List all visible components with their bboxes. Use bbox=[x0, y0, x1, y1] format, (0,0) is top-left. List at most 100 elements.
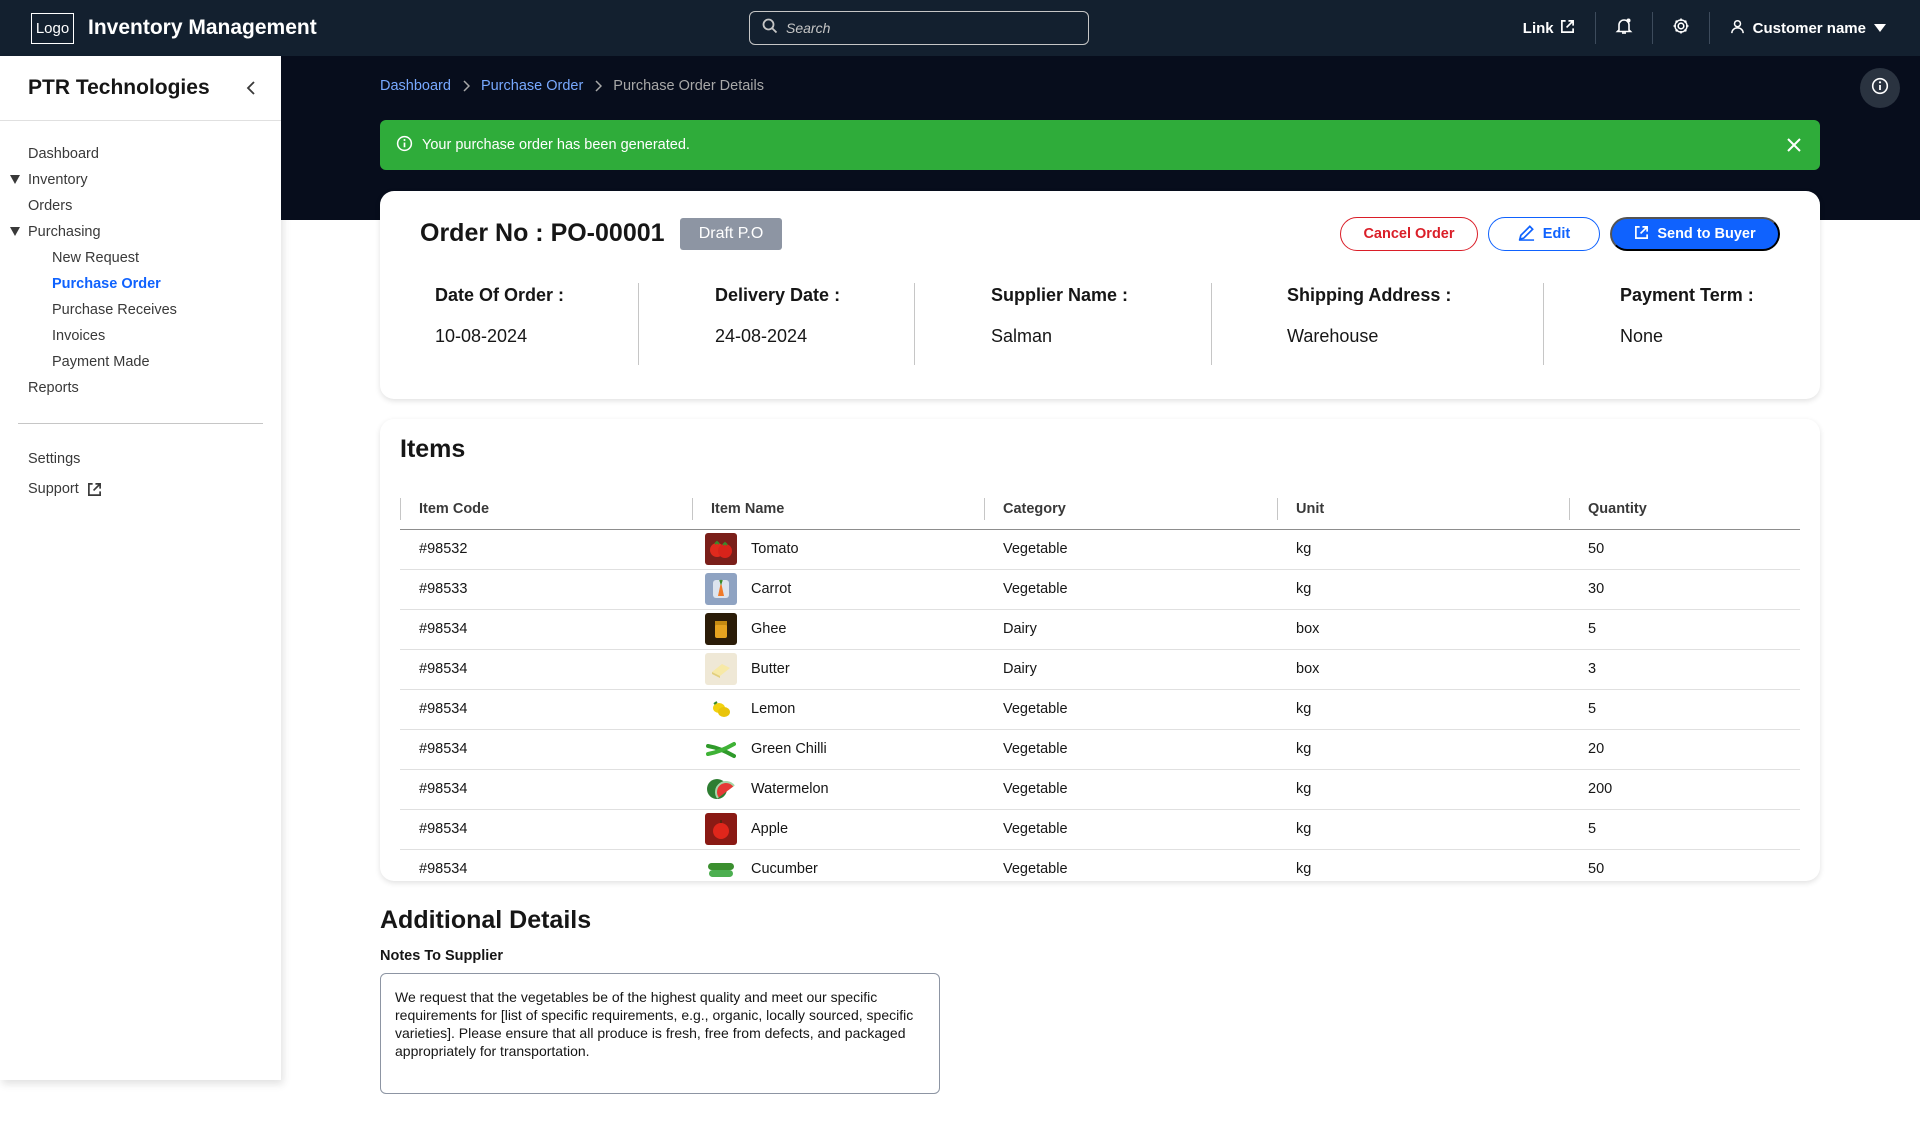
items-title: Items bbox=[400, 435, 466, 463]
field-value: 24-08-2024 bbox=[715, 326, 808, 346]
table-row[interactable]: #98532 Tomato Vegetable kg 50 bbox=[400, 529, 1800, 570]
item-name: Butter bbox=[751, 661, 790, 677]
column-header[interactable]: Unit bbox=[1277, 489, 1569, 530]
caret-down-icon bbox=[10, 227, 20, 236]
sidebar-item-dashboard[interactable]: Dashboard bbox=[0, 141, 281, 167]
app-title: Inventory Management bbox=[88, 16, 317, 39]
field-value: Warehouse bbox=[1287, 326, 1379, 346]
item-category: Dairy bbox=[984, 649, 1277, 690]
pencil-icon bbox=[1518, 224, 1535, 245]
item-unit: kg bbox=[1277, 569, 1569, 610]
tomato-icon bbox=[705, 533, 737, 565]
table-row[interactable]: #98534 Butter Dairy box 3 bbox=[400, 649, 1800, 690]
sidebar-item-label: Purchasing bbox=[28, 224, 101, 240]
item-quantity: 5 bbox=[1569, 609, 1800, 650]
table-row[interactable]: #98534 Ghee Dairy box 5 bbox=[400, 609, 1800, 650]
item-category: Vegetable bbox=[984, 729, 1277, 770]
breadcrumb-purchase-order[interactable]: Purchase Order bbox=[481, 78, 583, 94]
cancel-order-button[interactable]: Cancel Order bbox=[1340, 217, 1478, 251]
sidebar-item-purchase-order[interactable]: Purchase Order bbox=[0, 271, 281, 297]
field-label: Shipping Address : bbox=[1287, 285, 1452, 305]
chevron-left-icon bbox=[246, 81, 255, 95]
sidebar-divider bbox=[18, 423, 263, 424]
sidebar-item-orders[interactable]: Orders bbox=[0, 193, 281, 219]
field-divider bbox=[1211, 283, 1212, 365]
item-unit: kg bbox=[1277, 689, 1569, 730]
notification-button[interactable] bbox=[1596, 0, 1652, 56]
sidebar-item-settings[interactable]: Settings bbox=[0, 446, 281, 472]
item-quantity: 5 bbox=[1569, 689, 1800, 730]
table-row[interactable]: #98534 Cucumber Vegetable kg 50 bbox=[400, 849, 1800, 889]
item-unit: box bbox=[1277, 609, 1569, 650]
sidebar-item-new-request[interactable]: New Request bbox=[0, 245, 281, 271]
sidebar-item-purchasing[interactable]: Purchasing bbox=[0, 219, 281, 245]
item-code: #98533 bbox=[400, 569, 692, 610]
watermelon-icon bbox=[705, 773, 737, 805]
notification-message: Your purchase order has been generated. bbox=[422, 137, 690, 153]
field-shipping-address: Shipping Address : Warehouse bbox=[1287, 283, 1451, 365]
order-fields: Date Of Order : 10-08-2024 Delivery Date… bbox=[380, 283, 1820, 365]
item-code: #98534 bbox=[400, 769, 692, 810]
item-quantity: 3 bbox=[1569, 649, 1800, 690]
field-divider bbox=[638, 283, 639, 365]
item-code: #98534 bbox=[400, 809, 692, 850]
search-input[interactable] bbox=[786, 20, 1076, 36]
sidebar-item-reports[interactable]: Reports bbox=[0, 375, 281, 401]
column-header[interactable]: Quantity bbox=[1569, 489, 1800, 530]
top-link-label: Link bbox=[1522, 19, 1554, 37]
table-row[interactable]: #98534 Watermelon Vegetable kg 200 bbox=[400, 769, 1800, 810]
breadcrumb-current: Purchase Order Details bbox=[613, 78, 764, 94]
sidebar-item-invoices[interactable]: Invoices bbox=[0, 323, 281, 349]
send-to-buyer-button[interactable]: Send to Buyer bbox=[1610, 217, 1780, 251]
collapse-sidebar-button[interactable] bbox=[241, 78, 261, 98]
settings-button[interactable] bbox=[1653, 0, 1709, 56]
column-header[interactable]: Item Name bbox=[692, 489, 984, 530]
item-code: #98534 bbox=[400, 689, 692, 730]
field-label: Delivery Date : bbox=[715, 285, 841, 305]
item-category: Vegetable bbox=[984, 809, 1277, 850]
top-link[interactable]: Link bbox=[1503, 0, 1595, 56]
search-box[interactable] bbox=[749, 11, 1089, 45]
field-date-of-order: Date Of Order : 10-08-2024 bbox=[435, 283, 564, 365]
edit-button[interactable]: Edit bbox=[1488, 217, 1600, 251]
table-row[interactable]: #98533 Carrot Vegetable kg 30 bbox=[400, 569, 1800, 610]
sidebar-item-support[interactable]: Support bbox=[0, 476, 281, 502]
item-name: Lemon bbox=[751, 701, 796, 717]
column-header[interactable]: Category bbox=[984, 489, 1277, 530]
green-chilli-icon bbox=[705, 733, 737, 765]
sidebar: PTR Technologies Dashboard Inventory Ord… bbox=[0, 56, 281, 1080]
lemon-icon bbox=[705, 693, 737, 725]
user-menu[interactable]: Customer name bbox=[1710, 0, 1920, 56]
info-button[interactable] bbox=[1860, 68, 1900, 108]
org-name: PTR Technologies bbox=[28, 76, 210, 99]
sidebar-item-purchase-receives[interactable]: Purchase Receives bbox=[0, 297, 281, 323]
table-header-row: Item Code Item Name Category Unit Quanti… bbox=[400, 489, 1800, 530]
bell-icon bbox=[1615, 17, 1633, 40]
gear-icon bbox=[1672, 17, 1690, 40]
field-value: None bbox=[1620, 326, 1664, 346]
item-name: Cucumber bbox=[751, 861, 818, 878]
item-category: Vegetable bbox=[984, 689, 1277, 730]
close-icon[interactable] bbox=[1786, 137, 1802, 153]
breadcrumb-dashboard[interactable]: Dashboard bbox=[380, 78, 451, 94]
item-quantity: 5 bbox=[1569, 809, 1800, 850]
items-table: Item Code Item Name Category Unit Quanti… bbox=[400, 489, 1800, 889]
cancel-order-label: Cancel Order bbox=[1363, 226, 1455, 242]
item-code: #98534 bbox=[400, 649, 692, 690]
table-row[interactable]: #98534 Green Chilli Vegetable kg 20 bbox=[400, 729, 1800, 770]
notes-to-supplier-field[interactable]: We request that the vegetables be of the… bbox=[380, 973, 940, 1094]
additional-details-title: Additional Details bbox=[380, 906, 592, 934]
logo[interactable]: Logo bbox=[31, 12, 74, 44]
carrot-icon bbox=[705, 573, 737, 605]
field-divider bbox=[914, 283, 915, 365]
column-header[interactable]: Item Code bbox=[400, 489, 692, 530]
table-row[interactable]: #98534 Lemon Vegetable kg 5 bbox=[400, 689, 1800, 730]
item-quantity: 50 bbox=[1588, 861, 1605, 878]
sidebar-item-inventory[interactable]: Inventory bbox=[0, 167, 281, 193]
field-supplier-name: Supplier Name : Salman bbox=[991, 283, 1128, 365]
sidebar-header: PTR Technologies bbox=[0, 56, 281, 121]
field-value: 10-08-2024 bbox=[435, 326, 528, 346]
sidebar-item-payment-made[interactable]: Payment Made bbox=[0, 349, 281, 375]
caret-down-icon bbox=[10, 175, 20, 184]
table-row[interactable]: #98534 Apple Vegetable kg 5 bbox=[400, 809, 1800, 850]
